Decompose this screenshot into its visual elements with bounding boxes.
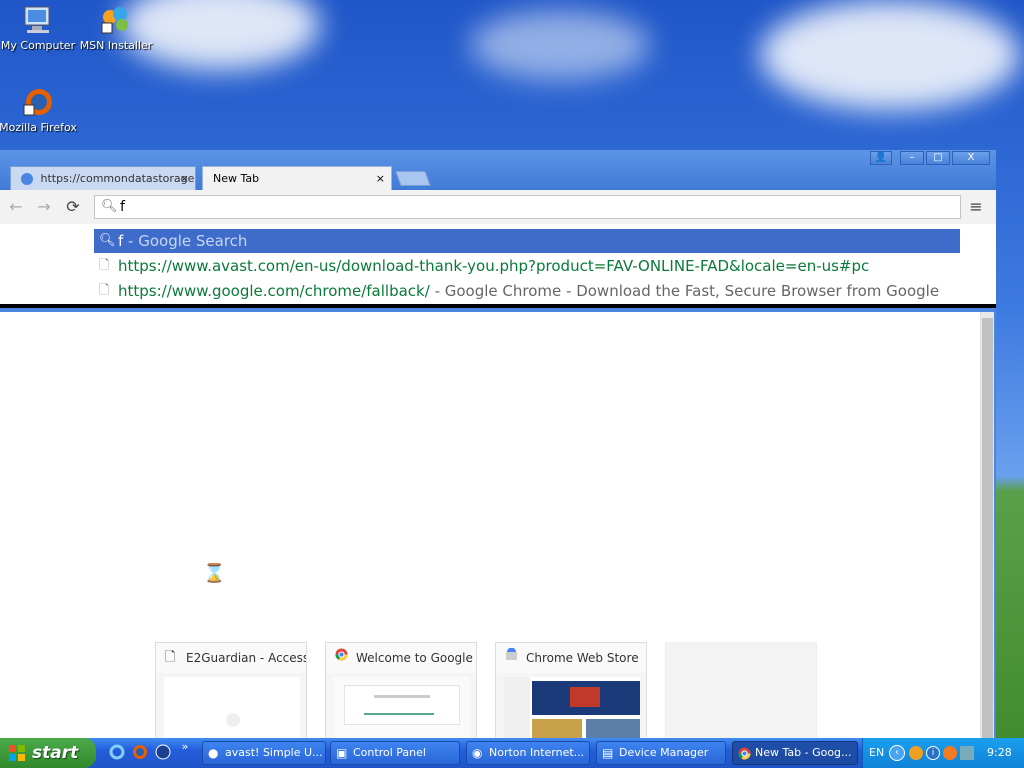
omnibox[interactable]: 🔍︎ bbox=[94, 195, 961, 219]
tray-app-icon[interactable] bbox=[909, 746, 923, 760]
page-icon: 🗋 bbox=[165, 650, 176, 665]
norton-icon: ◉ bbox=[472, 746, 483, 760]
forward-button[interactable]: → bbox=[34, 198, 54, 216]
most-visited-tile[interactable]: 🗋 E2Guardian - Access bbox=[155, 642, 307, 738]
desktop-icon-my-computer[interactable]: My Computer bbox=[0, 4, 78, 52]
toolbar: ← → ⟳ 🔍︎ ≡ bbox=[0, 190, 996, 224]
profile-button[interactable]: 👤 bbox=[870, 151, 892, 165]
firefox-icon[interactable] bbox=[131, 744, 149, 762]
busy-cursor-icon: ⌛ bbox=[203, 563, 226, 584]
back-button[interactable]: ← bbox=[6, 198, 26, 216]
tile-thumbnail bbox=[164, 677, 300, 738]
scrollbar-thumb[interactable] bbox=[982, 318, 993, 738]
most-visited-tile[interactable]: Chrome Web Store bbox=[495, 642, 647, 738]
windows-flag-icon bbox=[8, 744, 26, 762]
most-visited-tile-empty bbox=[665, 642, 817, 738]
tray-expand-icon[interactable]: ‹ bbox=[889, 745, 905, 761]
avast-icon: ● bbox=[208, 746, 219, 760]
cloud bbox=[760, 0, 1020, 110]
reload-button[interactable]: ⟳ bbox=[63, 198, 83, 216]
tab-strip: 👤 – □ X https://commondatastorage × New … bbox=[0, 150, 996, 190]
cloud bbox=[470, 10, 650, 80]
clock[interactable]: 9:28 bbox=[987, 738, 1012, 768]
taskbar-button-avast[interactable]: ● avast! Simple U... bbox=[202, 741, 326, 765]
suggestion-url[interactable]: 🗋 https://www.google.com/chrome/fallback… bbox=[94, 279, 960, 303]
desktop-icon-msn-installer[interactable]: MSN Installer bbox=[76, 4, 156, 52]
system-tray: EN ‹ i 9:28 bbox=[862, 738, 1024, 768]
avast-tray-icon[interactable] bbox=[943, 746, 957, 760]
scrollbar[interactable] bbox=[980, 312, 994, 738]
desktop-icon-mozilla-firefox[interactable]: Mozilla Firefox bbox=[0, 86, 78, 134]
chrome-icon bbox=[738, 742, 751, 764]
taskbar: start » ● avast! Simple U... ▣ Control Pan… bbox=[0, 738, 1024, 768]
minimize-button[interactable]: – bbox=[900, 151, 924, 165]
new-tab-button[interactable] bbox=[395, 171, 431, 186]
desktop-icon-label: My Computer bbox=[0, 39, 76, 52]
internet-explorer-icon[interactable] bbox=[108, 744, 126, 762]
avast-icon[interactable] bbox=[154, 744, 172, 762]
computer-icon bbox=[21, 4, 55, 36]
tab-new-tab[interactable]: New Tab × bbox=[202, 166, 392, 190]
chrome-window: 👤 – □ X https://commondatastorage × New … bbox=[0, 150, 996, 738]
suggestion-search[interactable]: 🔍︎ f - Google Search bbox=[94, 229, 960, 253]
device-manager-icon: ▤ bbox=[602, 746, 614, 760]
omnibox-input[interactable] bbox=[120, 198, 940, 216]
tab-commondatastorage[interactable]: https://commondatastorage × bbox=[10, 166, 196, 190]
firefox-icon bbox=[21, 86, 55, 118]
chrome-icon bbox=[335, 643, 348, 673]
start-button[interactable]: start bbox=[0, 738, 96, 768]
quicklaunch-more[interactable]: » bbox=[176, 738, 194, 756]
msn-icon bbox=[99, 4, 133, 36]
close-window-button[interactable]: X bbox=[952, 151, 990, 165]
page-icon: 🗋 bbox=[99, 283, 110, 298]
start-label: start bbox=[32, 743, 79, 763]
taskbar-button-device-manager[interactable]: ▤ Device Manager bbox=[596, 741, 726, 765]
control-panel-icon: ▣ bbox=[336, 746, 348, 760]
menu-icon[interactable]: ≡ bbox=[966, 197, 986, 217]
page-icon: 🗋 bbox=[99, 258, 110, 273]
taskbar-button-control-panel[interactable]: ▣ Control Panel bbox=[330, 741, 460, 765]
tab-label: https://commondatastorage bbox=[40, 172, 195, 185]
maximize-button[interactable]: □ bbox=[926, 151, 950, 165]
page-content bbox=[0, 312, 980, 738]
suggestion-url[interactable]: 🗋 https://www.avast.com/en-us/download-t… bbox=[94, 254, 960, 278]
taskbar-button-norton[interactable]: ◉ Norton Internet... bbox=[466, 741, 590, 765]
search-icon: 🔍︎ bbox=[99, 233, 116, 248]
desktop-icon-label: MSN Installer bbox=[79, 39, 153, 52]
tile-thumbnail bbox=[334, 677, 470, 738]
tile-thumbnail bbox=[504, 677, 640, 738]
omnibox-suggestions: 🔍︎ f - Google Search 🗋 https://www.avast… bbox=[0, 224, 996, 308]
search-icon: 🔍︎ bbox=[101, 199, 118, 214]
most-visited-tile[interactable]: Welcome to Google C bbox=[325, 642, 477, 738]
tab-label: New Tab bbox=[213, 172, 260, 185]
close-tab-icon[interactable]: × bbox=[180, 167, 189, 190]
network-icon[interactable] bbox=[960, 746, 974, 760]
taskbar-button-chrome[interactable]: New Tab - Goog... bbox=[732, 741, 858, 765]
info-icon[interactable]: i bbox=[926, 746, 940, 760]
web-store-icon bbox=[505, 643, 518, 673]
language-indicator[interactable]: EN bbox=[869, 738, 884, 768]
page-icon bbox=[21, 173, 33, 185]
desktop-icon-label: Mozilla Firefox bbox=[0, 121, 77, 134]
close-tab-icon[interactable]: × bbox=[376, 167, 385, 190]
